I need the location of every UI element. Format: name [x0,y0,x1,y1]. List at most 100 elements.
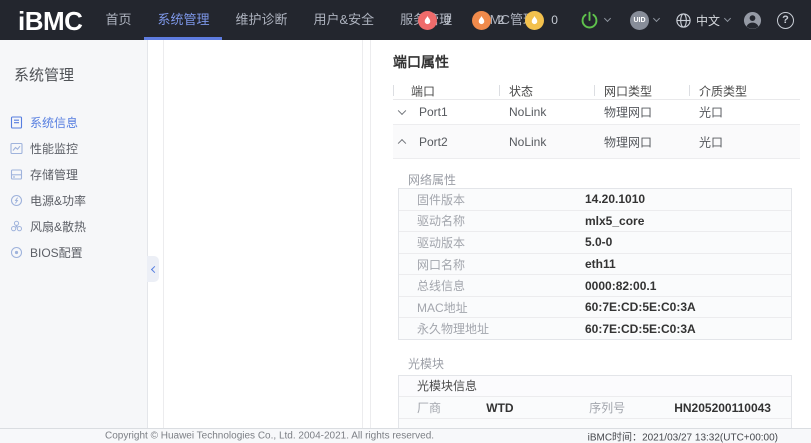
column-header-status: 状态 [509,82,533,99]
nav-user-security[interactable]: 用户&安全 [300,0,387,40]
port-status: NoLink [509,135,546,149]
port-type: 物理网口 [604,104,652,121]
optical-module-table-header: 光模块信息 [399,376,791,397]
header-controls: 0 2 0 UID [418,0,794,40]
chevron-down-icon [653,15,660,22]
sidebar-item-storage[interactable]: 存储管理 [0,161,147,187]
critical-alarm-icon [418,11,437,30]
field-value: 60:7E:CD:5E:C0:3A [585,300,696,314]
power-icon [579,10,600,31]
sidebar-item-label: 电源&功率 [30,192,86,209]
ibmc-time-label: iBMC时间： [588,433,642,443]
chevron-down-icon [724,15,731,22]
column-separator [689,85,690,96]
sidebar-item-performance[interactable]: 性能监控 [0,135,147,161]
field-label: MAC地址 [399,299,585,316]
table-row [399,419,791,428]
field-value: mlx5_core [585,214,644,228]
user-icon [743,11,762,30]
power-meter-icon [10,194,23,207]
help-icon[interactable]: ? [777,12,794,29]
sidebar-title: 系统管理 [0,40,147,85]
page-title: 端口属性 [393,52,449,72]
sidebar-item-bios[interactable]: BIOS配置 [0,239,147,265]
column-header-port-type: 网口类型 [604,82,652,99]
minor-alarm-count: 0 [551,13,558,27]
flame-icon [422,15,433,26]
help-glyph: ? [782,14,789,26]
copyright-text: Copyright © Huawei Technologies Co., Ltd… [105,431,434,442]
table-row: 网口名称 eth11 [399,254,791,276]
field-value: WTD [486,401,589,415]
sidebar-item-label: BIOS配置 [30,244,83,261]
critical-alarm-count: 0 [444,13,451,27]
major-alarm-icon [472,11,491,30]
content-panel: 端口属性 端口 状态 网口类型 介质类型 Port1 NoLink 物理网口 [370,40,811,428]
table-row: 固件版本 14.20.1010 [399,189,791,211]
port-media: 光口 [699,104,723,121]
port-table-header: 端口 状态 网口类型 介质类型 [393,82,800,100]
expand-chevron-down-icon[interactable] [398,107,406,115]
critical-alarm-badge[interactable]: 0 [418,11,451,30]
body-area: 系统管理 系统信息 性能监控 [0,40,811,428]
sidebar-item-system-info[interactable]: 系统信息 [0,109,147,135]
field-label: 总线信息 [399,277,585,294]
minor-alarm-icon [525,11,544,30]
nav-system-management[interactable]: 系统管理 [144,0,222,40]
field-value: 5.0-0 [585,235,612,249]
sidebar-item-label: 风扇&散热 [30,218,86,235]
ibmc-time-value: 2021/03/27 13:32(UTC+00:00) [642,433,778,443]
sidebar: 系统管理 系统信息 性能监控 [0,40,148,428]
table-row-port2[interactable]: Port2 NoLink 物理网口 光口 [393,125,800,159]
field-value: 0000:82:00.1 [585,279,656,293]
field-label: 厂商 [399,399,486,416]
top-header: iBMC 首页 系统管理 维护诊断 用户&安全 服务管理 iBMC管理 0 2 [0,0,811,40]
chevron-down-icon [604,15,611,22]
sidebar-collapse-button[interactable] [147,256,159,282]
field-value: 60:7E:CD:5E:C0:3A [585,322,696,336]
table-row: MAC地址 60:7E:CD:5E:C0:3A [399,297,791,319]
field-label: 驱动名称 [399,212,585,229]
nav-home[interactable]: 首页 [92,0,144,40]
port-status: NoLink [509,105,546,119]
storage-icon [10,168,23,181]
sidebar-item-fans[interactable]: 风扇&散热 [0,213,147,239]
network-properties-table: 固件版本 14.20.1010 驱动名称 mlx5_core 驱动版本 5.0-… [398,188,792,340]
major-alarm-badge[interactable]: 2 [472,11,505,30]
port-name: Port1 [419,105,448,119]
minor-alarm-badge[interactable]: 0 [525,11,558,30]
ibmc-time: iBMC时间：2021/03/27 13:32(UTC+00:00) [588,429,778,443]
ibmc-logo[interactable]: iBMC [0,0,82,40]
footer: Copyright © Huawei Technologies Co., Ltd… [0,428,811,443]
column-separator [499,85,500,96]
chart-icon [10,142,23,155]
column-header-media-type: 介质类型 [699,82,747,99]
port-media: 光口 [699,133,723,150]
optical-module-table: 光模块信息 厂商 WTD 序列号 HN205200110043 [398,375,792,428]
language-control[interactable]: 中文 [675,12,730,29]
network-properties-title: 网络属性 [408,171,456,188]
table-row-port1[interactable]: Port1 NoLink 物理网口 光口 [393,100,800,125]
port-name: Port2 [419,135,448,149]
port-type: 物理网口 [604,133,652,150]
document-icon [10,116,23,129]
optical-module-title: 光模块 [408,355,444,372]
sidebar-item-power[interactable]: 电源&功率 [0,187,147,213]
field-label: 永久物理地址 [399,320,585,337]
power-control[interactable] [579,10,610,31]
collapse-chevron-up-icon[interactable] [398,138,406,146]
uid-icon: UID [630,11,649,30]
uid-control[interactable]: UID [630,11,659,30]
table-row: 永久物理地址 60:7E:CD:5E:C0:3A [399,318,791,339]
user-avatar[interactable] [743,11,762,30]
field-label: 固件版本 [399,191,585,208]
flame-icon [529,15,540,26]
column-header-port: 端口 [411,82,435,99]
bios-settings-icon [10,246,23,259]
sidebar-item-label: 存储管理 [30,166,78,183]
nav-maintenance[interactable]: 维护诊断 [222,0,300,40]
field-label: 驱动版本 [399,234,585,251]
language-label: 中文 [696,12,720,29]
field-value: 14.20.1010 [585,192,645,206]
panel-divider [362,40,363,428]
